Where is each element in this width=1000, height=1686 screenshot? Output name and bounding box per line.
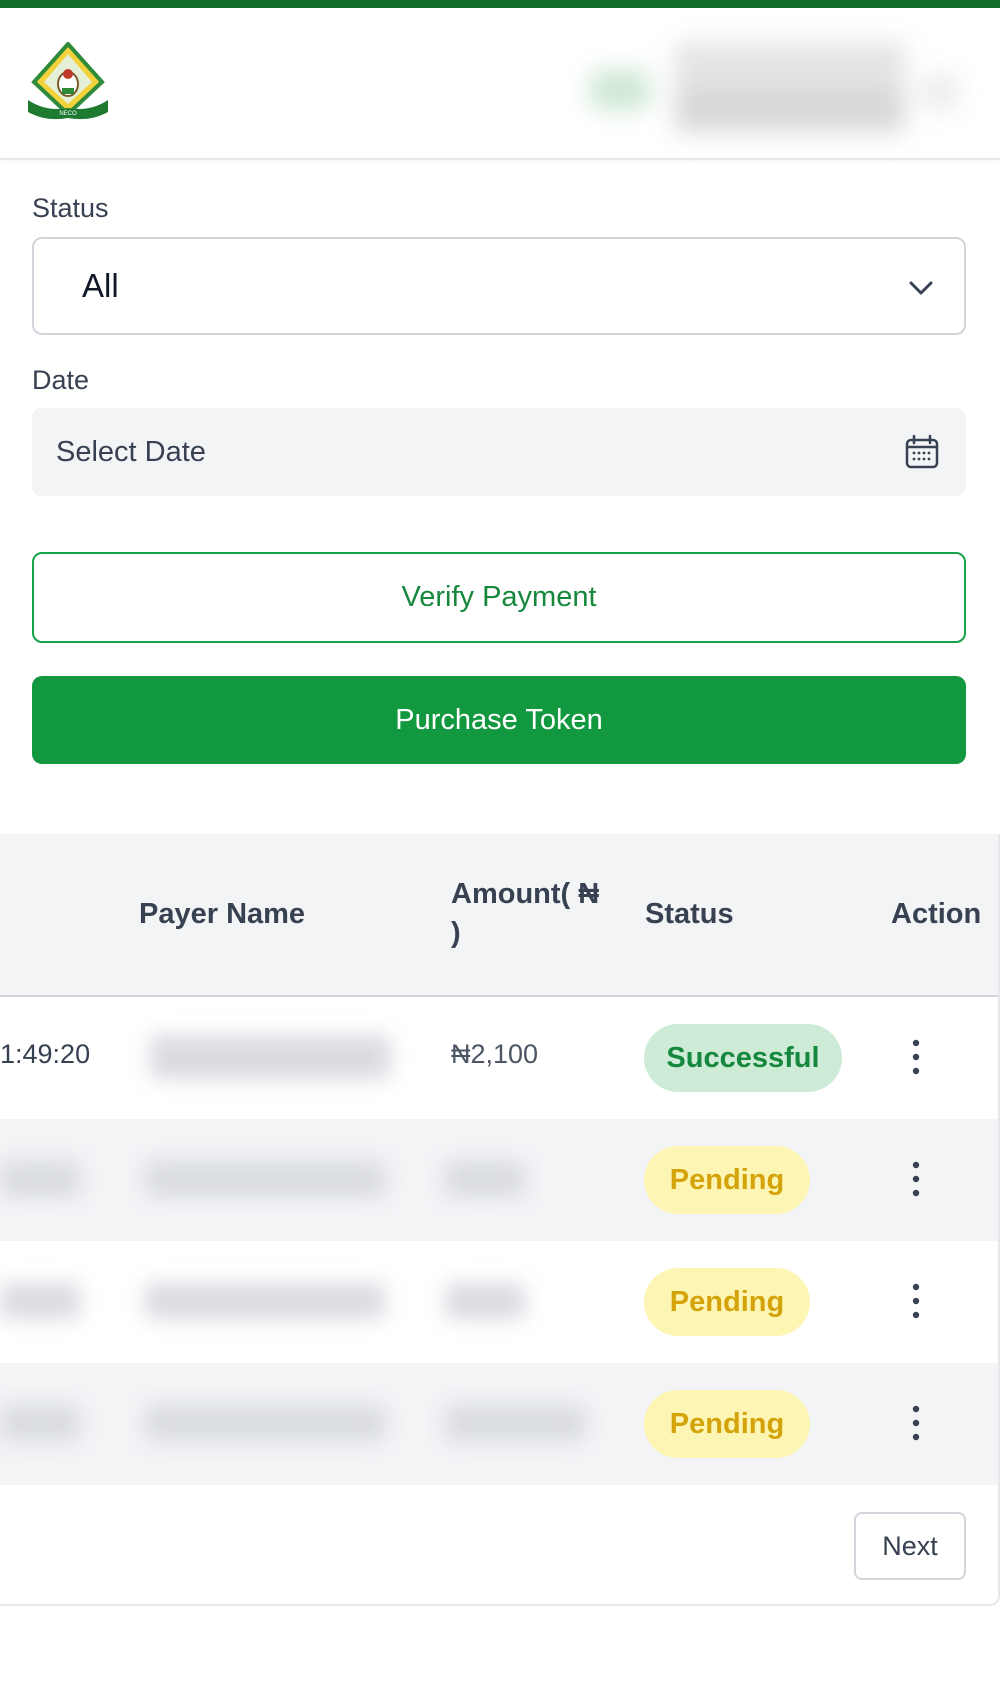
calendar-icon[interactable] — [904, 434, 940, 470]
row-amount-blurred — [445, 1283, 525, 1319]
column-action: Action — [891, 898, 982, 930]
more-options-icon[interactable] — [904, 1403, 928, 1443]
column-amount-line2: ) — [451, 917, 461, 949]
app-header: NECO — [0, 8, 1000, 160]
table-row[interactable]: Pending — [0, 1241, 998, 1363]
table-row[interactable]: Pending — [0, 1363, 998, 1485]
payer-name-blurred — [145, 1283, 385, 1319]
row-time: 1:49:20 — [0, 1039, 91, 1069]
more-options-icon[interactable] — [904, 1281, 928, 1321]
column-status: Status — [645, 898, 734, 930]
table-header: Payer Name Amount( ₦ ) Status Action — [0, 834, 998, 997]
status-badge: Successful — [644, 1024, 842, 1092]
row-time-blurred — [0, 1161, 80, 1197]
status-select[interactable]: All — [32, 237, 966, 335]
neco-logo[interactable]: NECO — [26, 42, 110, 122]
status-badge: Pending — [644, 1146, 810, 1214]
verify-payment-button[interactable]: Verify Payment — [32, 552, 966, 643]
payments-table: Payer Name Amount( ₦ ) Status Action 1:4… — [0, 834, 1000, 1606]
status-badge: Pending — [644, 1268, 810, 1336]
svg-text:NECO: NECO — [59, 111, 77, 117]
date-placeholder: Select Date — [56, 436, 206, 468]
payer-name-blurred — [150, 1035, 390, 1079]
next-page-button[interactable]: Next — [854, 1512, 966, 1580]
user-profile-blurred[interactable] — [580, 32, 960, 150]
row-amount: ₦2,100 — [451, 1039, 539, 1069]
column-amount: Amount( ₦ ) — [451, 878, 599, 950]
more-options-icon[interactable] — [904, 1037, 928, 1077]
date-picker-input[interactable]: Select Date — [32, 408, 966, 496]
chevron-down-icon — [909, 281, 933, 295]
row-time-blurred — [0, 1283, 80, 1319]
row-amount-blurred — [445, 1161, 525, 1197]
top-accent-bar — [0, 0, 1000, 8]
more-options-icon[interactable] — [904, 1159, 928, 1199]
purchase-token-button[interactable]: Purchase Token — [32, 676, 966, 764]
table-row[interactable]: Pending — [0, 1119, 998, 1241]
row-time-blurred — [0, 1405, 80, 1441]
status-badge: Pending — [644, 1390, 810, 1458]
column-payer-name: Payer Name — [139, 898, 306, 930]
status-select-value: All — [82, 267, 119, 304]
table-row[interactable]: 1:49:20 ₦2,100 Successful — [0, 997, 998, 1119]
payer-name-blurred — [145, 1161, 385, 1197]
date-filter-label: Date — [32, 365, 90, 395]
row-amount-blurred — [445, 1405, 585, 1441]
payer-name-blurred — [145, 1405, 385, 1441]
column-amount-line1: Amount( ₦ — [451, 878, 600, 910]
status-filter-label: Status — [32, 193, 109, 223]
